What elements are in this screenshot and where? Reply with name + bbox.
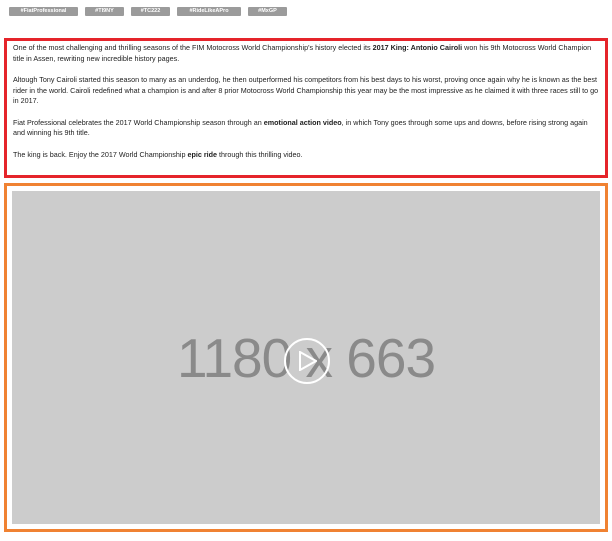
description-paragraph: One of the most challenging and thrillin… (13, 43, 599, 64)
play-triangle-icon (299, 351, 317, 371)
bold-text: 2017 King: Antonio Cairoli (372, 43, 463, 52)
description-panel: One of the most challenging and thrillin… (4, 38, 608, 178)
description-paragraph: Altough Tony Cairoli started this season… (13, 75, 599, 105)
hashtag-list: #FiatProfessional #TI9NY #TC222 #RideLik… (9, 7, 287, 16)
text-span: through this thrilling video. (217, 149, 303, 159)
video-panel: 1180 x 663 (4, 183, 608, 532)
description-paragraph: The king is back. Enjoy the 2017 World C… (13, 150, 599, 161)
bold-text: epic ride (187, 149, 218, 159)
hashtag-tag[interactable]: #RideLikeAPro (177, 7, 241, 16)
text-span: Fiat Professional celebrates the 2017 Wo… (13, 117, 264, 127)
play-circle-icon[interactable] (284, 338, 330, 384)
video-player[interactable]: 1180 x 663 (12, 191, 600, 524)
text-span: One of the most challenging and thrillin… (13, 43, 373, 52)
bold-text: emotional action video (263, 117, 342, 127)
hashtag-tag[interactable]: #MxGP (248, 7, 287, 16)
hashtag-tag[interactable]: #TI9NY (85, 7, 124, 16)
hashtag-tag[interactable]: #FiatProfessional (9, 7, 78, 16)
text-span: The king is back. Enjoy the 2017 World C… (13, 149, 188, 159)
hashtag-tag[interactable]: #TC222 (131, 7, 170, 16)
description-paragraph: Fiat Professional celebrates the 2017 Wo… (13, 118, 599, 139)
